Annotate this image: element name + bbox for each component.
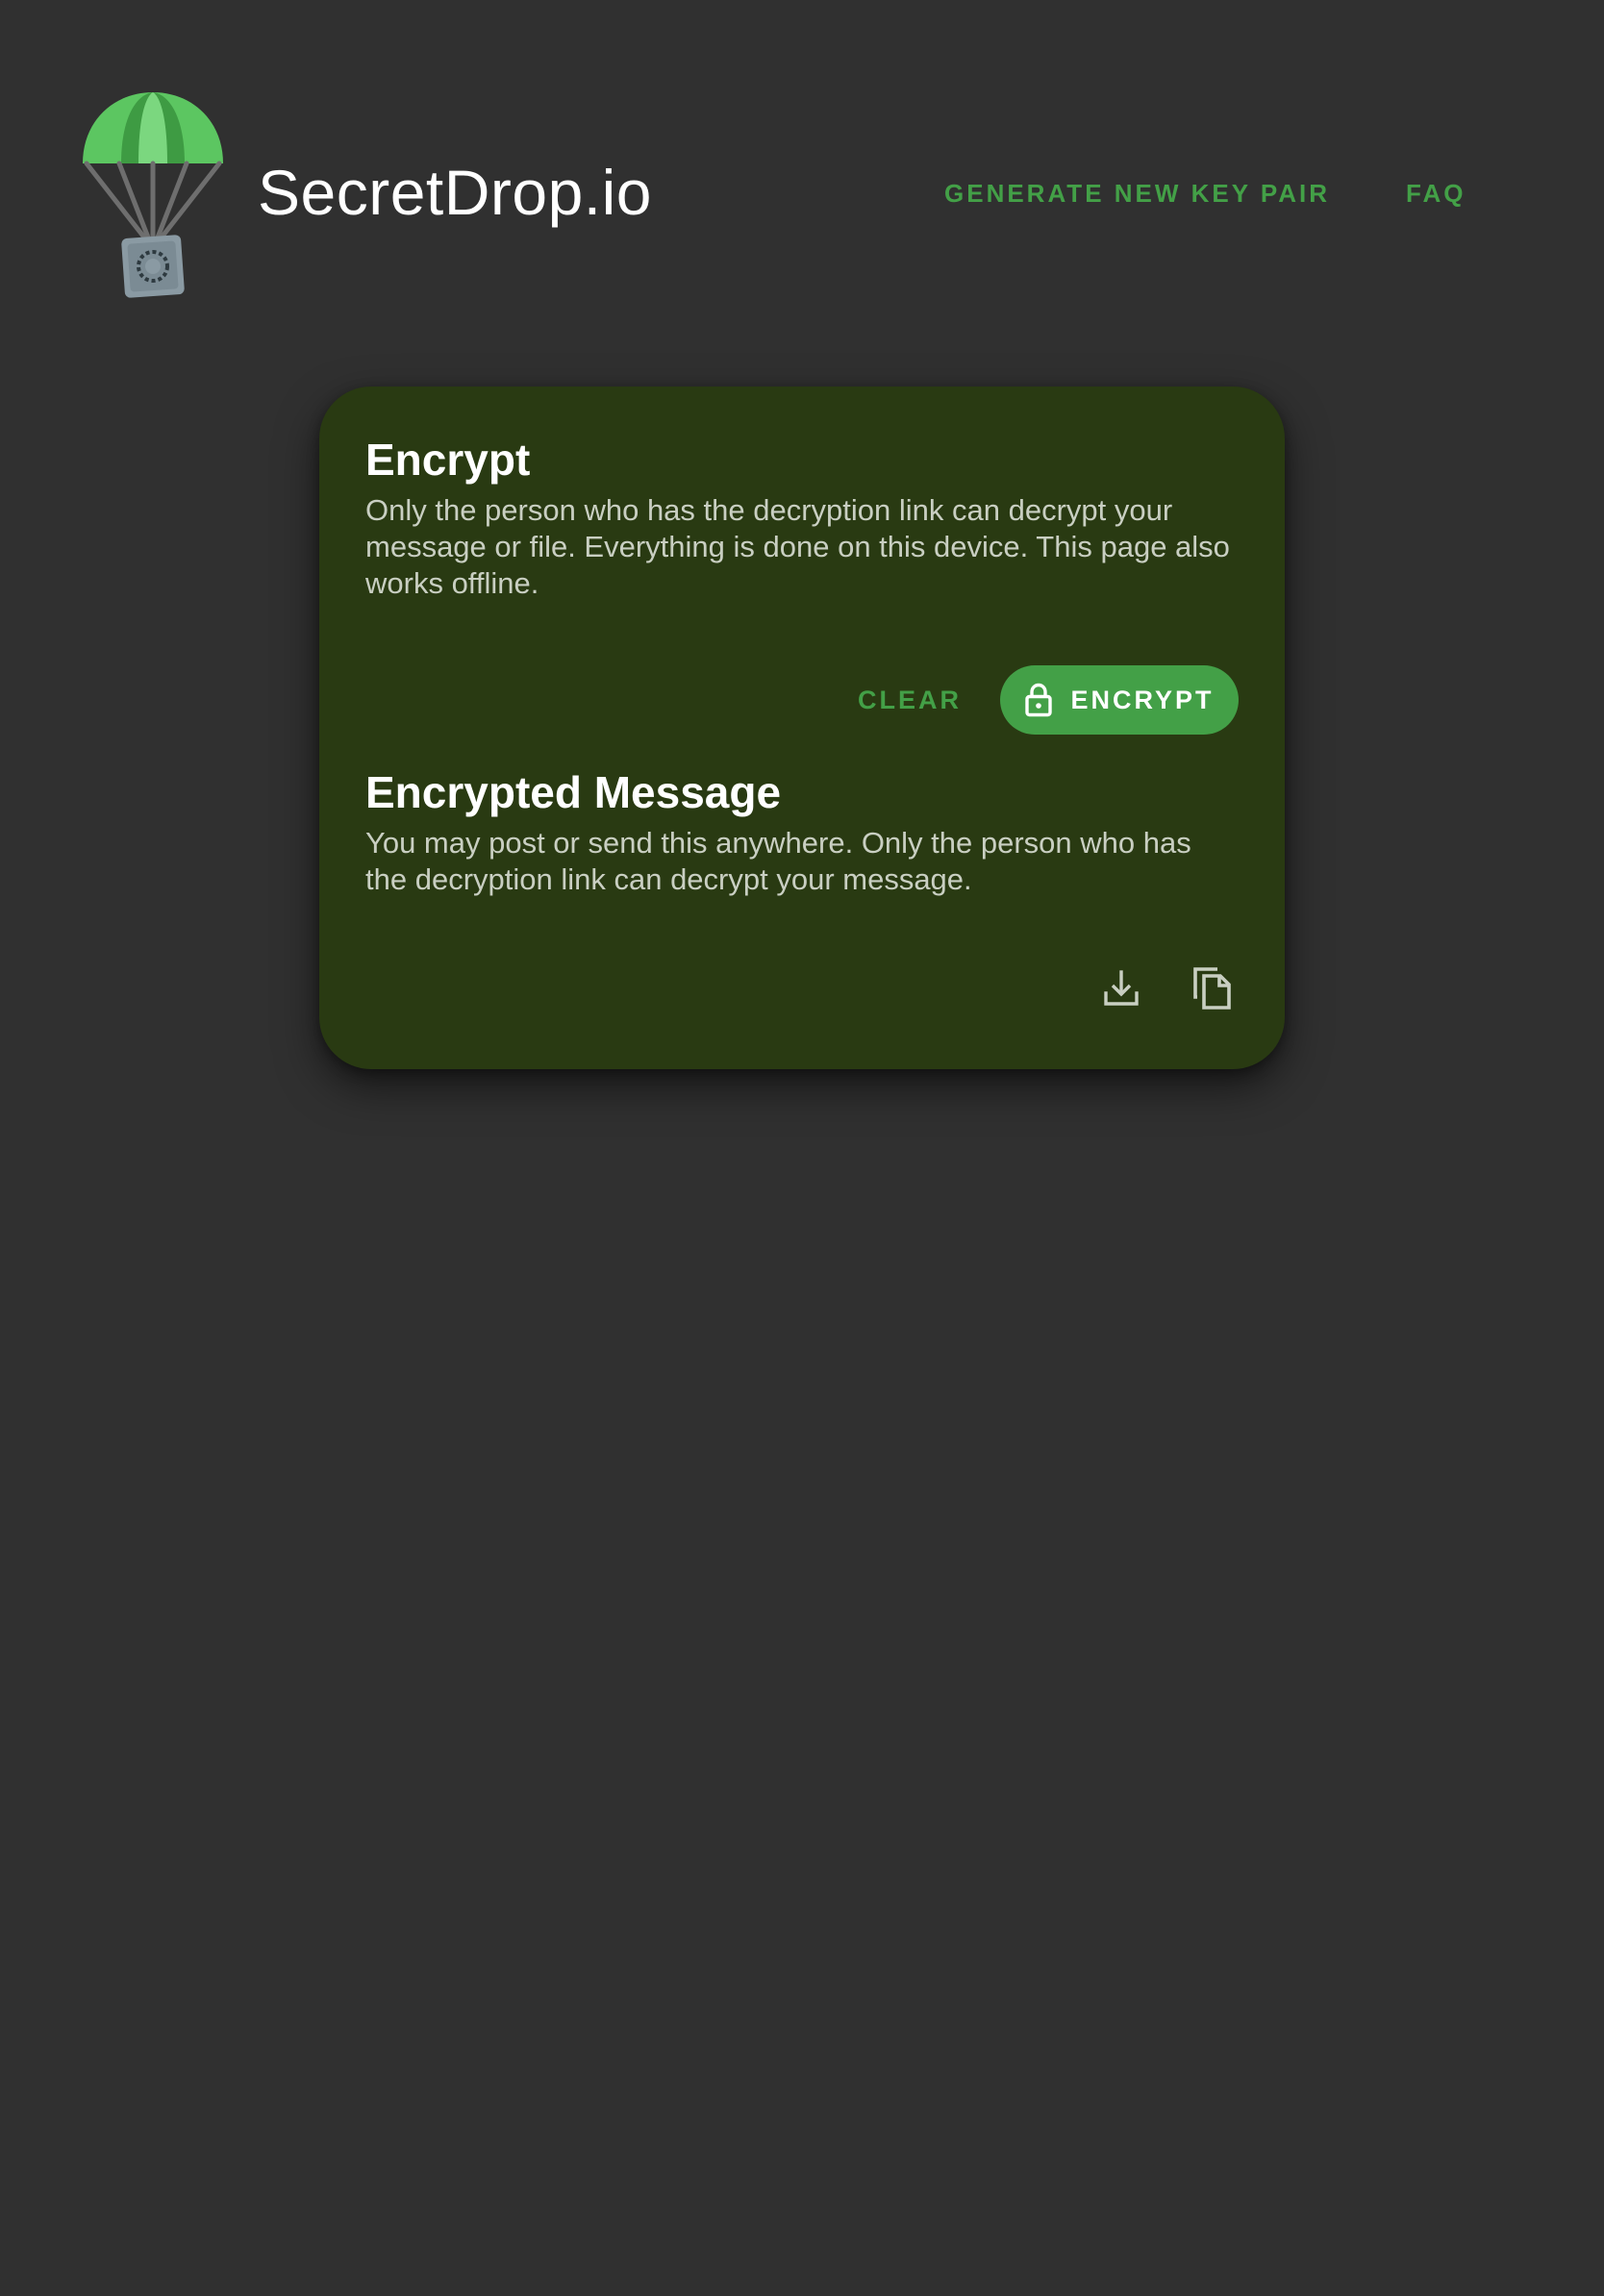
- encrypt-title: Encrypt: [365, 435, 531, 485]
- encrypt-card: Encrypt Only the person who has the decr…: [319, 387, 1285, 1069]
- encrypt-description: Only the person who has the decryption l…: [365, 493, 1230, 600]
- parachute-safe-logo: [83, 92, 223, 298]
- encrypt-button-label: ENCRYPT: [1070, 686, 1215, 714]
- copy-icon: [1193, 967, 1231, 1010]
- page: SecretDrop.io GENERATE NEW KEY PAIR FAQ …: [0, 0, 1604, 2296]
- lock-icon: [1025, 683, 1053, 717]
- download-button[interactable]: [1090, 958, 1152, 1019]
- encrypted-message-title: Encrypted Message: [365, 767, 782, 817]
- brand-title: SecretDrop.io: [258, 157, 653, 228]
- nav-generate-key-pair[interactable]: GENERATE NEW KEY PAIR: [944, 177, 1330, 210]
- app-header: SecretDrop.io GENERATE NEW KEY PAIR FAQ: [0, 0, 1604, 317]
- encrypted-message-description: You may post or send this anywhere. Only…: [365, 826, 1191, 896]
- nav-faq[interactable]: FAQ: [1406, 177, 1466, 210]
- clear-button[interactable]: CLEAR: [839, 665, 981, 735]
- encrypt-button[interactable]: ENCRYPT: [1000, 665, 1239, 735]
- copy-button[interactable]: [1181, 958, 1242, 1019]
- download-icon: [1104, 970, 1139, 1006]
